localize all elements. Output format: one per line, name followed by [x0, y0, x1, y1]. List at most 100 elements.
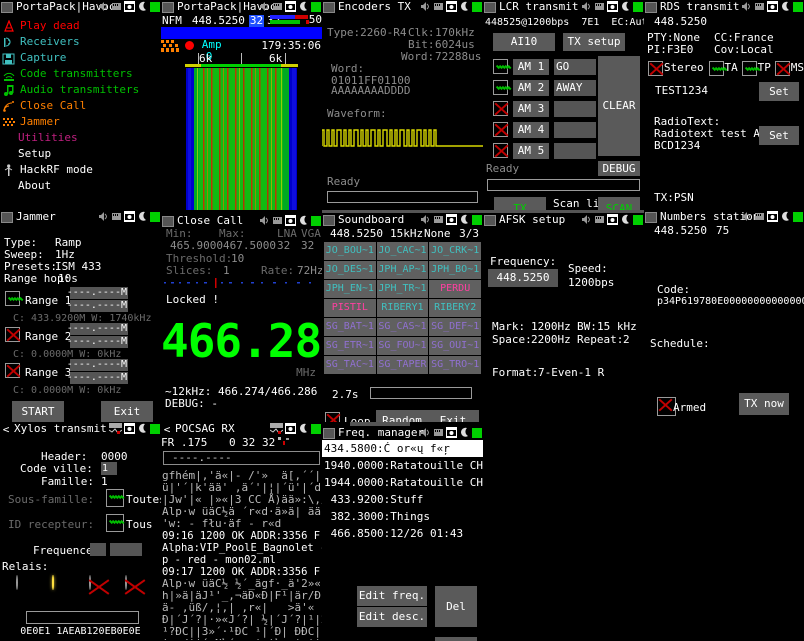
record-dot-icon[interactable] [185, 41, 194, 50]
battery-icon[interactable] [311, 2, 321, 12]
freq-list-row[interactable]: 382.3000:Things [322, 508, 483, 525]
edit-freq-button[interactable]: Edit freq. [357, 586, 427, 606]
moon-icon[interactable] [780, 1, 791, 12]
speaker-icon[interactable] [741, 1, 752, 12]
camera-icon[interactable] [767, 211, 778, 222]
sdcard-icon[interactable] [754, 1, 765, 12]
battery-icon[interactable] [472, 2, 482, 12]
sound-cell[interactable]: SG_CAS~1 [377, 318, 429, 336]
sound-cell[interactable]: SG_FOU~1 [377, 337, 429, 355]
freq-list-row[interactable]: 1944.0000:Ratatouille CH2 [322, 474, 483, 491]
sound-cell[interactable]: JPH_AP~1 [377, 261, 429, 279]
sound-cell[interactable]: RIBERY2 [429, 299, 481, 317]
menu-item-capture[interactable]: Capture [2, 50, 159, 66]
sound-cell[interactable]: PERDU [429, 280, 481, 298]
camera-icon[interactable] [285, 215, 296, 226]
back-button[interactable] [484, 215, 496, 226]
sdcard-icon[interactable] [272, 1, 283, 12]
battery-icon[interactable] [633, 2, 643, 12]
lcr-row-checkbox[interactable] [493, 59, 508, 74]
sound-cell[interactable]: JPH_EN~1 [324, 280, 376, 298]
camera-icon[interactable] [767, 1, 778, 12]
sound-cell[interactable]: JO_CAC~1 [377, 242, 429, 260]
pocsag-vol[interactable]: 0 [229, 437, 236, 449]
moon-icon[interactable] [459, 214, 470, 225]
ns-frequency[interactable]: 448.5250 [654, 225, 707, 237]
volume-value[interactable]: 50 [309, 14, 322, 26]
lna-value[interactable]: 32 [277, 240, 290, 252]
lcr-row-checkbox[interactable] [493, 80, 508, 95]
lcr-row-text[interactable] [554, 143, 596, 159]
back-button[interactable] [645, 2, 657, 13]
lcr-row-text[interactable]: GO [554, 59, 596, 75]
tp-checkbox[interactable] [742, 61, 757, 76]
exit-button[interactable]: Exit [435, 637, 477, 641]
radiotext-line2[interactable]: BCD1234 [654, 140, 700, 152]
edit-desc-button[interactable]: Edit desc. [357, 607, 427, 627]
camera-icon[interactable] [446, 214, 457, 225]
stereo-checkbox[interactable] [648, 61, 663, 76]
sound-cell[interactable]: SG_DEF~1 [429, 318, 481, 336]
battery-icon[interactable] [472, 428, 482, 438]
lcr-row-text[interactable]: AWAY [554, 80, 596, 96]
vga-value[interactable]: 32 [301, 240, 314, 252]
lcr-row-am-button[interactable]: AM 4 [513, 122, 549, 138]
sdcard-icon[interactable] [272, 215, 283, 226]
moon-icon[interactable] [780, 211, 791, 222]
glitch-icon[interactable] [270, 423, 283, 434]
pocsag-vga[interactable]: 32 [262, 437, 275, 449]
sb-frequency[interactable]: 448.5250 [330, 228, 383, 240]
scan-button[interactable]: SCAN [598, 197, 640, 210]
lcr-row-text[interactable] [554, 101, 596, 117]
pi-value[interactable]: PI:F3E0 [647, 44, 693, 56]
speaker-icon[interactable] [581, 1, 592, 12]
repeat-value[interactable]: 2 [623, 334, 630, 346]
sound-cell[interactable]: JPH_BO~1 [429, 261, 481, 279]
sound-cell[interactable]: JO_BOU~1 [324, 242, 376, 260]
lcr-row-checkbox[interactable] [493, 143, 508, 158]
max-value[interactable]: 467.5000 [223, 240, 276, 252]
min-value[interactable]: 465.9000 [170, 240, 223, 252]
range-checkbox[interactable] [5, 327, 20, 342]
frequency-field[interactable]: 448.5250 [488, 269, 558, 287]
tx-setup-button[interactable]: TX setup [563, 33, 625, 51]
sound-cell[interactable]: JPH_TR~1 [377, 280, 429, 298]
sdcard-icon[interactable] [433, 1, 444, 12]
format-value[interactable]: 7-Even-1 R [538, 367, 604, 379]
start-button[interactable]: START [12, 401, 64, 422]
mark-value[interactable]: 1200Hz [531, 321, 571, 333]
threshold-value[interactable]: 10 [231, 253, 244, 265]
freq-list-row[interactable]: 1940.0000:Ratatouille CH1 [322, 457, 483, 474]
camera-icon[interactable] [446, 427, 457, 438]
sdcard-icon[interactable] [433, 427, 444, 438]
moon-icon[interactable] [298, 1, 309, 12]
speaker-icon[interactable] [98, 211, 109, 222]
battery-icon[interactable] [311, 424, 321, 434]
range-min-field[interactable]: ----.----M [70, 287, 128, 299]
range-max-field[interactable]: ----.----M [70, 300, 128, 312]
battery-icon[interactable] [311, 216, 321, 226]
speed-value[interactable]: 1200bps [568, 277, 614, 289]
random-button[interactable]: Random [376, 410, 428, 422]
bulb-off-icon[interactable] [16, 577, 36, 603]
sound-cell[interactable]: SG_TAC~1 [324, 356, 376, 374]
lcr-row-checkbox[interactable] [493, 122, 508, 137]
slices-value[interactable]: 1 [223, 265, 230, 277]
sound-cell[interactable]: SG_TAPER [377, 356, 429, 374]
clear-button[interactable]: CLEAR [598, 56, 640, 156]
del-button[interactable]: Del [435, 586, 477, 627]
sdcard-icon[interactable] [594, 1, 605, 12]
word-bits[interactable]: 01011FF01100 [331, 75, 410, 87]
toutes-checkbox[interactable] [106, 489, 124, 507]
exit-button[interactable]: Exit [427, 410, 479, 422]
camera-icon[interactable] [607, 214, 618, 225]
debug-button[interactable]: DEBUG [598, 161, 640, 176]
sb-bandwidth[interactable]: 15kHz [390, 228, 423, 240]
moon-icon[interactable] [620, 214, 631, 225]
back-button[interactable] [162, 216, 174, 227]
psn-value[interactable]: TEST1234 [655, 85, 708, 97]
lcr-row-am-button[interactable]: AM 3 [513, 101, 549, 117]
battery-icon[interactable] [150, 424, 160, 434]
menu-item-code-transmitters[interactable]: Code transmitters [2, 66, 159, 82]
sdcard-icon[interactable] [754, 211, 765, 222]
